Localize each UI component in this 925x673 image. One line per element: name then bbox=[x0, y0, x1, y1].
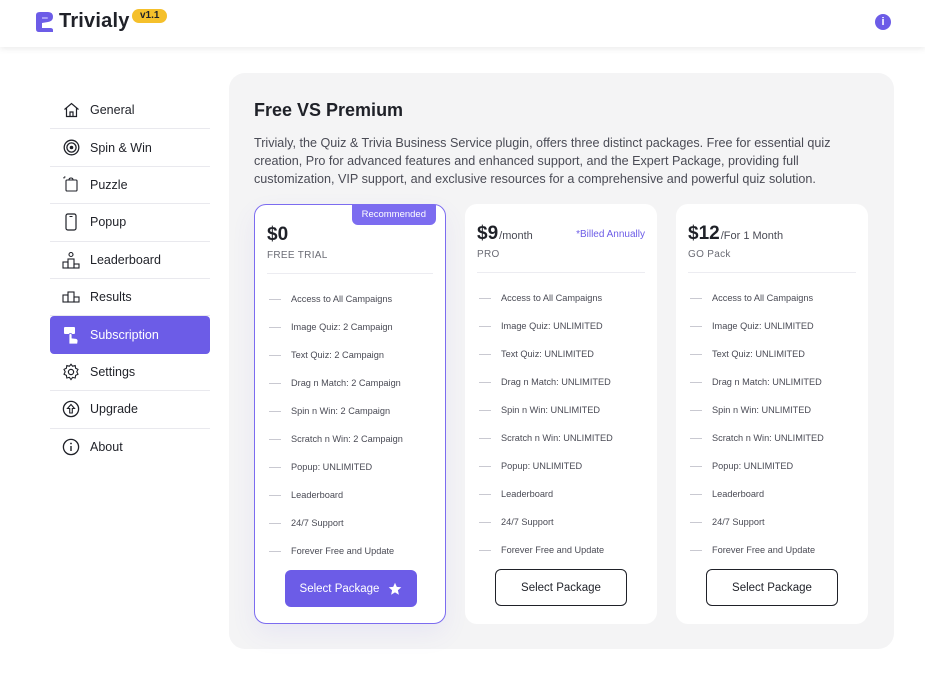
feature-item: Scratch n Win: UNLIMITED bbox=[690, 424, 824, 452]
sidebar-item-general[interactable]: General bbox=[50, 92, 210, 130]
button-label: Select Package bbox=[521, 581, 601, 594]
select-package-button-go-pack[interactable]: Select Package bbox=[706, 569, 838, 606]
plan-card-free: Recommended $0 FREE TRIAL Access to All … bbox=[254, 204, 446, 624]
billing-note: *Billed Annually bbox=[576, 229, 645, 240]
recommended-badge: Recommended bbox=[351, 205, 436, 225]
upgrade-icon bbox=[62, 400, 80, 418]
button-label: Select Package bbox=[299, 582, 380, 595]
feature-item: 24/7 Support bbox=[269, 509, 403, 537]
price-value: $9 bbox=[477, 223, 499, 244]
sidebar-item-label: Settings bbox=[90, 364, 136, 379]
sidebar-item-upgrade[interactable]: Upgrade bbox=[50, 391, 210, 429]
divider bbox=[267, 273, 433, 274]
sidebar-item-label: Subscription bbox=[90, 328, 159, 343]
sidebar-item-label: About bbox=[90, 440, 123, 455]
feature-item: Spin n Win: UNLIMITED bbox=[479, 396, 613, 424]
feature-item: Image Quiz: 2 Campaign bbox=[269, 313, 403, 341]
top-bar: Trivialy v1.1 i bbox=[0, 0, 925, 47]
sidebar-item-label: Spin & Win bbox=[90, 140, 152, 155]
feature-item: Image Quiz: UNLIMITED bbox=[690, 312, 824, 340]
info-icon[interactable]: i bbox=[875, 14, 891, 30]
sidebar-item-settings[interactable]: Settings bbox=[50, 354, 210, 392]
feature-item: Forever Free and Update bbox=[269, 537, 403, 565]
plan-card-go-pack: $12/For 1 Month GO Pack Access to All Ca… bbox=[676, 204, 868, 624]
results-icon bbox=[62, 288, 80, 306]
feature-list: Access to All Campaigns Image Quiz: 2 Ca… bbox=[269, 285, 403, 565]
feature-item: Access to All Campaigns bbox=[269, 285, 403, 313]
feature-item: Access to All Campaigns bbox=[690, 284, 824, 312]
divider bbox=[477, 272, 645, 273]
page-title: Free VS Premium bbox=[254, 100, 404, 120]
feature-item: Forever Free and Update bbox=[479, 536, 613, 564]
plan-price: $0 bbox=[267, 224, 288, 246]
sidebar-item-label: Popup bbox=[90, 215, 127, 230]
sidebar-item-label: Leaderboard bbox=[90, 252, 161, 267]
logo[interactable]: Trivialy bbox=[33, 10, 130, 33]
divider bbox=[688, 272, 856, 273]
star-icon bbox=[389, 582, 402, 595]
puzzle-icon bbox=[62, 176, 80, 194]
feature-item: Leaderboard bbox=[690, 480, 824, 508]
pricing-panel: Free VS Premium Trivialy, the Quiz & Tri… bbox=[229, 73, 894, 649]
feature-item: Access to All Campaigns bbox=[479, 284, 613, 312]
feature-item: Drag n Match: 2 Campaign bbox=[269, 369, 403, 397]
version-badge: v1.1 bbox=[132, 9, 168, 23]
sidebar-item-label: Puzzle bbox=[90, 177, 128, 192]
feature-item: Drag n Match: UNLIMITED bbox=[690, 368, 824, 396]
sidebar-item-label: General bbox=[90, 103, 135, 118]
feature-item: Forever Free and Update bbox=[690, 536, 824, 564]
feature-item: Popup: UNLIMITED bbox=[269, 453, 403, 481]
button-label: Select Package bbox=[732, 581, 812, 594]
plan-name: FREE TRIAL bbox=[267, 250, 328, 261]
logo-icon bbox=[36, 11, 53, 32]
feature-item: 24/7 Support bbox=[479, 508, 613, 536]
price-period: /For 1 Month bbox=[720, 230, 784, 242]
sidebar-item-label: Upgrade bbox=[90, 402, 138, 417]
plan-price: $9/month bbox=[477, 223, 533, 245]
podium-icon bbox=[62, 251, 80, 269]
plan-name: GO Pack bbox=[688, 249, 731, 260]
feature-item: Text Quiz: UNLIMITED bbox=[479, 340, 613, 368]
info-icon bbox=[62, 438, 80, 456]
gear-icon bbox=[62, 363, 80, 381]
plan-name: PRO bbox=[477, 249, 500, 260]
feature-item: Scratch n Win: 2 Campaign bbox=[269, 425, 403, 453]
feature-item: Drag n Match: UNLIMITED bbox=[479, 368, 613, 396]
feature-item: Leaderboard bbox=[269, 481, 403, 509]
feature-list: Access to All Campaigns Image Quiz: UNLI… bbox=[690, 284, 824, 564]
home-icon bbox=[62, 101, 80, 119]
page-description: Trivialy, the Quiz & Trivia Business Ser… bbox=[254, 136, 831, 186]
subscription-icon bbox=[62, 326, 80, 345]
phone-icon bbox=[62, 213, 80, 231]
select-package-button-free[interactable]: Select Package bbox=[285, 570, 417, 607]
feature-item: Popup: UNLIMITED bbox=[690, 452, 824, 480]
sidebar-item-spin-win[interactable]: Spin & Win bbox=[50, 129, 210, 167]
sidebar-item-puzzle[interactable]: Puzzle bbox=[50, 167, 210, 205]
plan-price: $12/For 1 Month bbox=[688, 223, 783, 245]
logo-text: Trivialy bbox=[59, 10, 130, 32]
feature-item: Text Quiz: UNLIMITED bbox=[690, 340, 824, 368]
sidebar-item-leaderboard[interactable]: Leaderboard bbox=[50, 242, 210, 279]
feature-item: Image Quiz: UNLIMITED bbox=[479, 312, 613, 340]
feature-item: 24/7 Support bbox=[690, 508, 824, 536]
price-value: $0 bbox=[267, 224, 289, 245]
feature-item: Text Quiz: 2 Campaign bbox=[269, 341, 403, 369]
feature-list: Access to All Campaigns Image Quiz: UNLI… bbox=[479, 284, 613, 564]
sidebar-item-about[interactable]: About bbox=[50, 429, 210, 466]
price-value: $12 bbox=[688, 223, 720, 244]
sidebar-item-popup[interactable]: Popup bbox=[50, 204, 210, 242]
sidebar-item-results[interactable]: Results bbox=[50, 279, 210, 317]
sidebar-item-subscription[interactable]: Subscription bbox=[50, 316, 210, 354]
select-package-button-pro[interactable]: Select Package bbox=[495, 569, 627, 606]
feature-item: Popup: UNLIMITED bbox=[479, 452, 613, 480]
feature-item: Spin n Win: 2 Campaign bbox=[269, 397, 403, 425]
sidebar-item-label: Results bbox=[90, 290, 132, 305]
plan-card-pro: $9/month *Billed Annually PRO Access to … bbox=[465, 204, 657, 624]
feature-item: Scratch n Win: UNLIMITED bbox=[479, 424, 613, 452]
price-period: /month bbox=[499, 230, 533, 242]
feature-item: Leaderboard bbox=[479, 480, 613, 508]
sidebar: General Spin & Win Puzzle Popup Leaderbo… bbox=[50, 92, 210, 466]
feature-item: Spin n Win: UNLIMITED bbox=[690, 396, 824, 424]
target-icon bbox=[62, 139, 80, 157]
